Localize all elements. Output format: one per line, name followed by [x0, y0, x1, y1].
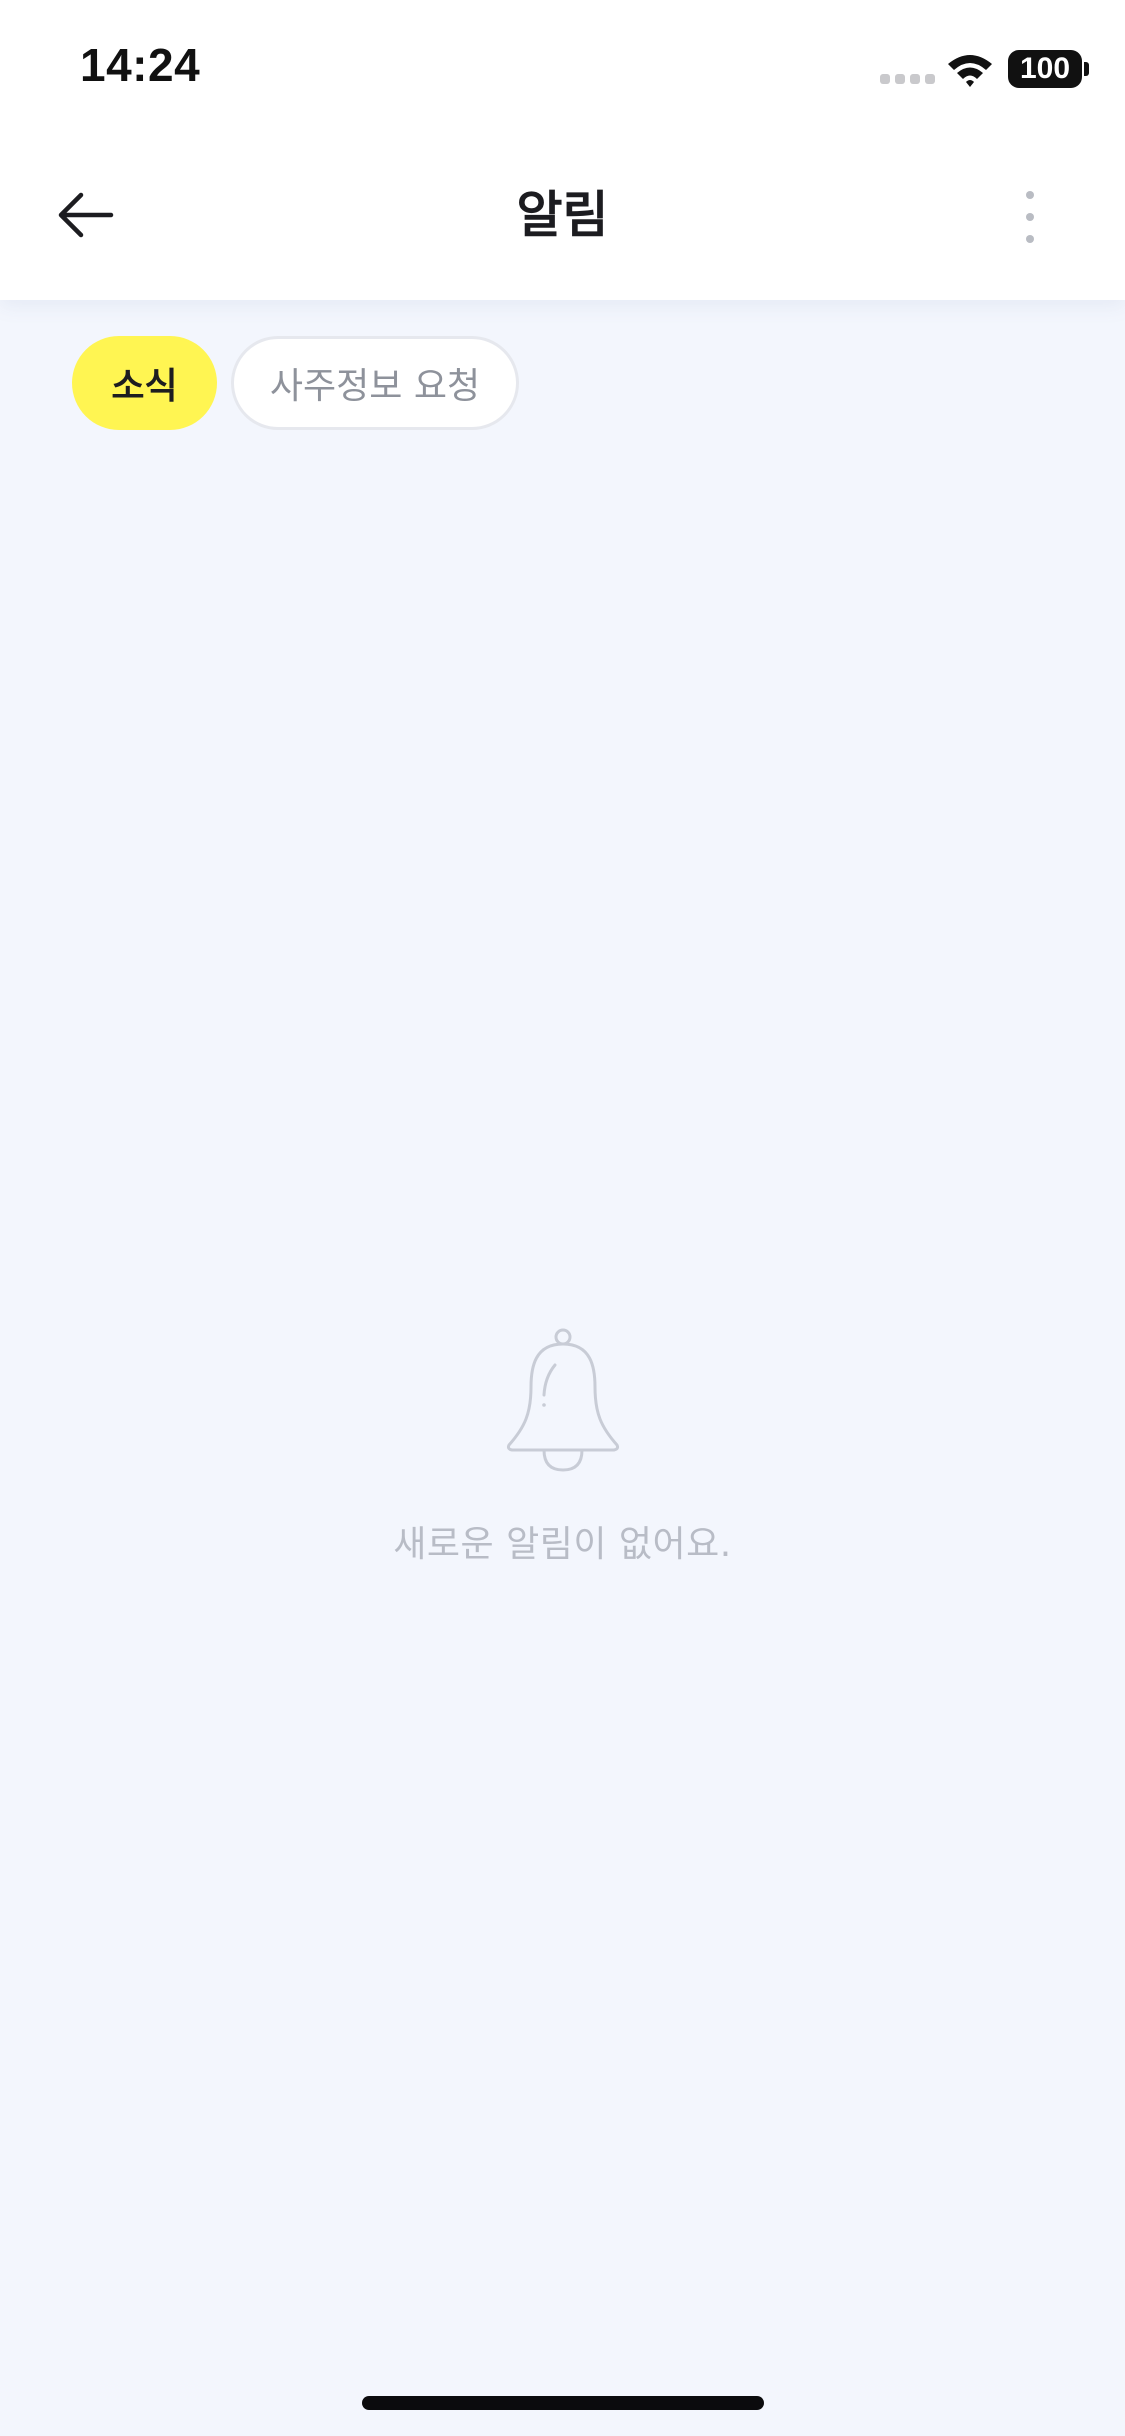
bell-icon [506, 1328, 619, 1472]
tab-bar: 소식 사주정보 요청 [72, 336, 519, 430]
battery-icon: 100 [1008, 50, 1082, 88]
more-vertical-icon [1026, 191, 1034, 199]
battery-level: 100 [1019, 52, 1071, 85]
page-title: 알림 [516, 186, 609, 244]
more-options-button[interactable] [1000, 182, 1060, 252]
wifi-icon [948, 55, 992, 87]
status-time: 14:24 [80, 39, 201, 91]
cellular-signal-icon [880, 74, 935, 84]
tab-news[interactable]: 소식 [72, 336, 217, 430]
top-bar: 14:24 100 알림 [0, 0, 1125, 300]
tab-saju-info-request[interactable]: 사주정보 요청 [231, 336, 519, 430]
home-indicator[interactable] [362, 2396, 764, 2410]
empty-state-message: 새로운 알림이 없어요. [393, 1524, 732, 1565]
empty-state: 새로운 알림이 없어요. [0, 1325, 1125, 1567]
battery-tip [1084, 62, 1089, 76]
